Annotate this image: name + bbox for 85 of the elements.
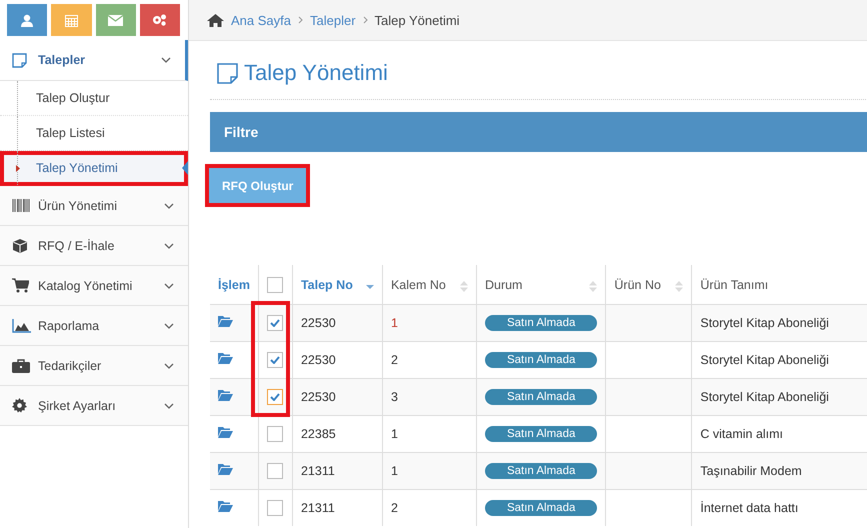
user-icon — [21, 14, 34, 26]
column-header[interactable]: Ürün No — [614, 278, 661, 292]
menu-item[interactable]: Raporlama — [0, 306, 188, 346]
table-cell: 22385 — [300, 427, 336, 441]
table-cell: Taşınabilir Modem — [700, 464, 802, 478]
row-checkbox[interactable] — [267, 500, 284, 516]
table-cell: Storytel Kitap Aboneliği — [700, 390, 829, 404]
sort-descending-icon — [366, 284, 374, 288]
sort-icon — [675, 280, 684, 292]
gears-icon — [152, 14, 168, 26]
menu-item[interactable]: Katalog Yönetimi — [0, 266, 188, 306]
column-header[interactable]: Durum — [484, 278, 522, 292]
column-header[interactable]: Talep No — [300, 278, 353, 292]
row-checkbox[interactable] — [267, 463, 284, 479]
chevron-down-icon — [164, 202, 174, 208]
submenu-item[interactable]: Talep Oluştur — [0, 81, 188, 116]
chevron-down-icon — [164, 402, 174, 408]
note-icon — [217, 62, 238, 84]
gear-icon — [12, 398, 27, 413]
menu-item[interactable]: RFQ / E-İhale — [0, 226, 188, 266]
note-icon — [12, 52, 27, 68]
table-cell: İnternet data hattı — [700, 501, 798, 515]
cart-icon — [12, 278, 29, 293]
chevron-down-icon — [164, 282, 174, 288]
row-checkbox[interactable] — [267, 426, 284, 442]
table-cell: 2 — [390, 501, 398, 515]
column-header: Ürün Tanımı — [700, 278, 768, 292]
table-cell: 2 — [390, 353, 398, 367]
table-cell: 1 — [390, 316, 398, 330]
row-checkbox[interactable] — [267, 315, 284, 331]
table-cell: Storytel Kitap Aboneliği — [700, 316, 829, 330]
shortcut-button[interactable] — [7, 4, 48, 36]
select-all-checkbox[interactable] — [267, 276, 284, 292]
table-cell: 22530 — [300, 390, 336, 404]
status-badge: Satın Almada — [484, 500, 598, 516]
chevron-down-icon — [164, 362, 174, 368]
folder-open-icon[interactable] — [218, 427, 233, 438]
status-badge: Satın Almada — [484, 315, 598, 331]
table-cell: 22530 — [300, 316, 336, 330]
status-badge: Satın Almada — [484, 463, 598, 479]
breadcrumb-current: Talep Yönetimi — [374, 12, 460, 28]
column-header: İşlem — [218, 278, 250, 292]
chevron-right-icon — [298, 16, 303, 24]
folder-open-icon[interactable] — [218, 390, 233, 401]
table-cell: Storytel Kitap Aboneliği — [700, 353, 829, 367]
area-chart-icon — [12, 318, 31, 332]
row-checkbox[interactable] — [267, 352, 284, 368]
sort-icon — [460, 280, 468, 292]
briefcase-icon — [12, 358, 30, 372]
table-cell: 3 — [390, 390, 398, 404]
status-badge: Satın Almada — [484, 389, 598, 405]
chevron-right-icon — [362, 16, 368, 24]
column-header[interactable]: Kalem No — [390, 278, 446, 292]
cube-icon — [12, 238, 28, 254]
menu-item[interactable]: Tedarikçiler — [0, 346, 188, 386]
mail-icon — [108, 14, 124, 26]
folder-open-icon[interactable] — [218, 464, 233, 475]
menu-item[interactable]: Talepler — [0, 40, 188, 81]
menu-item[interactable]: Ürün Yönetimi — [0, 186, 188, 226]
calendar-icon — [64, 14, 78, 26]
table-cell: C vitamin alımı — [700, 427, 784, 441]
chevron-down-icon — [161, 57, 171, 63]
sort-icon — [589, 280, 598, 292]
table-cell: 1 — [390, 427, 398, 441]
table-cell: 21311 — [300, 464, 335, 478]
menu-item[interactable]: Şirket Ayarları — [0, 386, 188, 426]
status-badge: Satın Almada — [484, 352, 598, 368]
folder-open-icon[interactable] — [218, 501, 233, 512]
table-cell: 21311 — [300, 501, 335, 515]
page-title: Talep Yönetimi — [244, 60, 388, 86]
submenu-item[interactable]: Talep Yönetimi — [0, 151, 188, 186]
shortcut-button[interactable] — [96, 4, 136, 36]
pointer-icon — [16, 165, 20, 172]
chevron-down-icon — [164, 242, 174, 248]
barcode-icon — [12, 199, 30, 212]
table-cell: 1 — [390, 464, 398, 478]
table-cell: 22530 — [300, 353, 336, 367]
folder-open-icon[interactable] — [218, 316, 233, 327]
shortcut-button[interactable] — [140, 4, 180, 36]
status-badge: Satın Almada — [484, 426, 598, 442]
chevron-down-icon — [164, 322, 174, 328]
row-checkbox[interactable] — [267, 389, 284, 405]
folder-open-icon[interactable] — [218, 353, 233, 364]
home-icon — [207, 14, 224, 26]
active-notch-icon — [182, 161, 188, 175]
